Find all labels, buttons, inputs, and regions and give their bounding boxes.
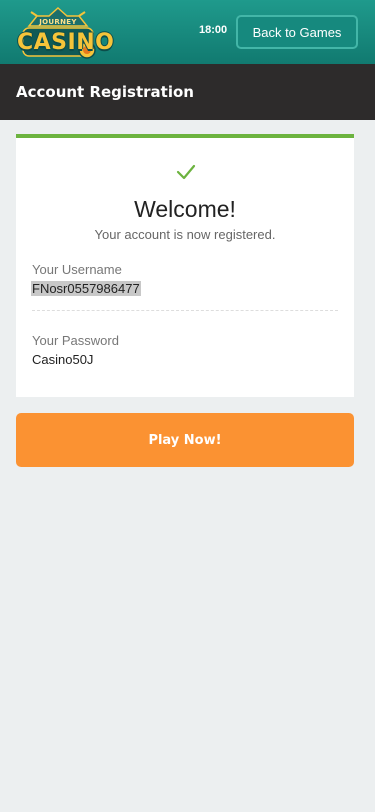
checkmark-icon bbox=[176, 164, 196, 180]
logo-top-text: JOURNEY bbox=[39, 18, 77, 26]
logo-main-text: CASINO bbox=[17, 30, 115, 55]
password-value[interactable]: Casino50J bbox=[32, 352, 93, 367]
play-now-button[interactable]: Play Now! bbox=[16, 413, 354, 467]
app-header: JOURNEY CASINO 18:00 Back to Games bbox=[0, 0, 375, 64]
divider bbox=[32, 310, 338, 311]
password-label: Your Password bbox=[32, 333, 119, 348]
back-to-games-button[interactable]: Back to Games bbox=[236, 15, 358, 49]
username-label: Your Username bbox=[32, 262, 122, 277]
registration-subtitle: Your account is now registered. bbox=[94, 227, 276, 242]
username-value[interactable]: FNosr0557986477 bbox=[31, 281, 141, 296]
page-title: Account Registration bbox=[16, 83, 194, 101]
clock: 18:00 bbox=[199, 24, 228, 36]
casino-logo[interactable]: JOURNEY CASINO bbox=[17, 6, 115, 62]
registration-success-card: Welcome! Your account is now registered.… bbox=[16, 134, 354, 397]
page-title-bar: Account Registration bbox=[0, 64, 375, 120]
welcome-heading: Welcome! bbox=[134, 196, 236, 222]
